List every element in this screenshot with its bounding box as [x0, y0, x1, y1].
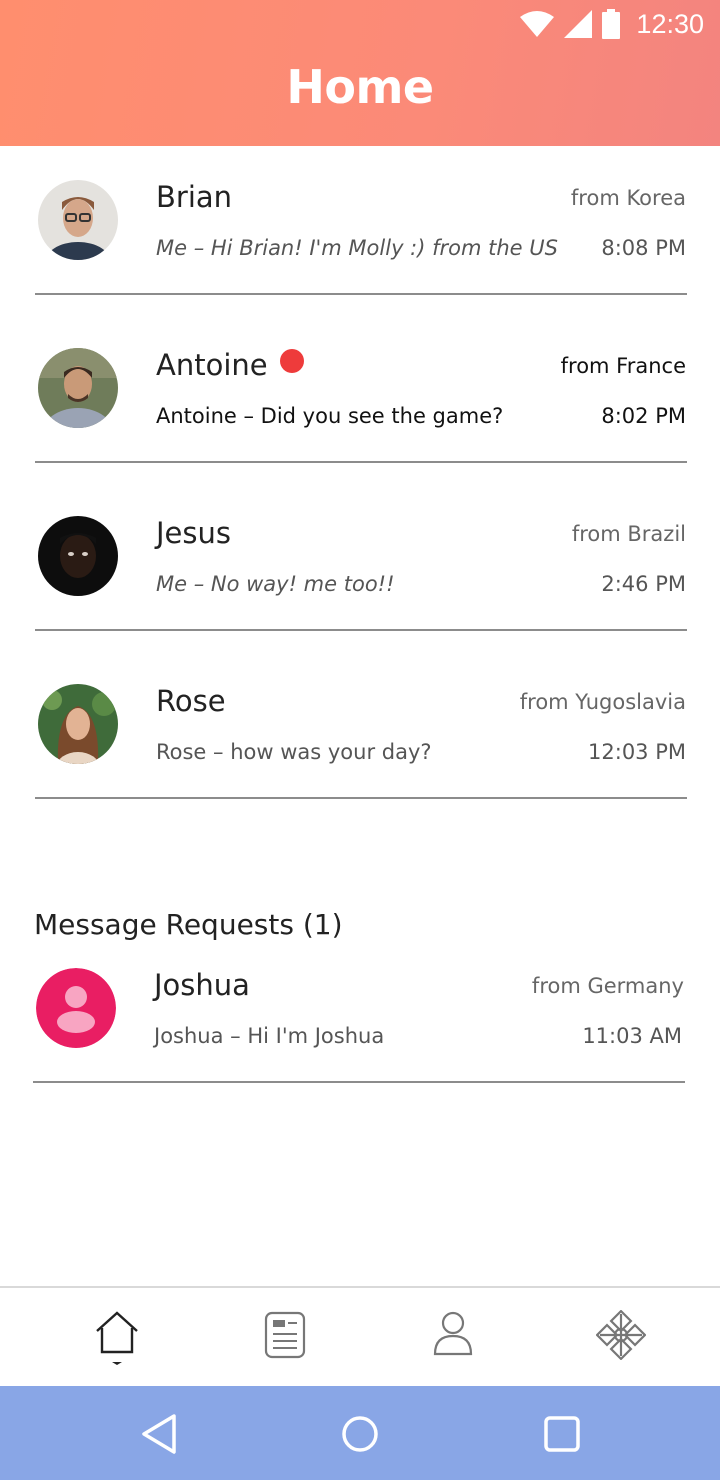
page-title: Home [286, 60, 434, 114]
snowflake-icon [596, 1310, 646, 1360]
status-bar: 12:30 [520, 8, 704, 40]
message-preview: Antoine – Did you see the game? [156, 404, 504, 428]
bottom-nav [0, 1286, 720, 1386]
message-preview: Rose – how was your day? [156, 740, 432, 764]
avatar [38, 516, 118, 596]
message-time: 12:03 PM [588, 740, 686, 764]
app-header: 12:30 Home [0, 0, 720, 146]
wifi-icon [520, 11, 555, 37]
home-circle-icon [342, 1416, 378, 1452]
contact-origin: from Yugoslavia [519, 690, 686, 714]
contact-name: Jesus [156, 516, 231, 550]
contact-origin: from Germany [531, 974, 684, 998]
back-button[interactable] [136, 1412, 180, 1456]
message-time: 8:08 PM [601, 236, 686, 260]
recents-button[interactable] [540, 1412, 584, 1456]
contact-origin: from Korea [570, 186, 686, 210]
conversation-item-brian[interactable]: Brian from Korea Me – Hi Brian! I'm Moll… [0, 146, 720, 314]
nav-settings[interactable] [594, 1310, 648, 1370]
nav-feed[interactable] [258, 1310, 312, 1370]
avatar [38, 348, 118, 428]
home-icon [96, 1311, 138, 1365]
nav-profile[interactable] [426, 1310, 480, 1370]
divider [35, 461, 687, 463]
contact-name-row: Antoine [156, 348, 304, 382]
avatar [38, 684, 118, 764]
home-system-button[interactable] [338, 1412, 382, 1456]
divider [35, 293, 687, 295]
contact-name: Rose [156, 684, 226, 718]
divider [35, 629, 687, 631]
document-icon [264, 1311, 306, 1359]
message-time: 2:46 PM [601, 572, 686, 596]
divider [33, 1081, 685, 1083]
contact-name: Antoine [156, 348, 268, 382]
message-preview: Joshua – Hi I'm Joshua [154, 1024, 385, 1048]
message-preview: Me – No way! me too!! [156, 572, 395, 596]
divider [35, 797, 687, 799]
back-icon [142, 1414, 176, 1454]
nav-home[interactable] [90, 1310, 144, 1370]
contact-name: Joshua [154, 968, 250, 1002]
unread-indicator [279, 349, 304, 373]
contact-origin: from France [560, 354, 686, 378]
message-preview: Me – Hi Brian! I'm Molly :) from the US [156, 236, 558, 260]
contact-origin: from Brazil [571, 522, 686, 546]
battery-icon [602, 9, 621, 39]
message-time: 11:03 AM [582, 1024, 682, 1048]
avatar [36, 968, 116, 1048]
message-time: 8:02 PM [601, 404, 686, 428]
system-nav-bar [0, 1386, 720, 1480]
contact-name: Brian [156, 180, 233, 214]
recents-icon [544, 1416, 580, 1452]
conversation-item-jesus[interactable]: Jesus from Brazil Me – No way! me too!! … [0, 482, 720, 650]
status-time: 12:30 [636, 8, 704, 39]
conversation-item-rose[interactable]: Rose from Yugoslavia Rose – how was your… [0, 650, 720, 818]
conversation-item-antoine[interactable]: Antoine from France Antoine – Did you se… [0, 314, 720, 482]
avatar [38, 180, 118, 260]
cell-signal-icon [564, 10, 593, 38]
user-icon [433, 1311, 473, 1356]
request-item-joshua[interactable]: Joshua from Germany Joshua – Hi I'm Josh… [0, 934, 720, 1102]
